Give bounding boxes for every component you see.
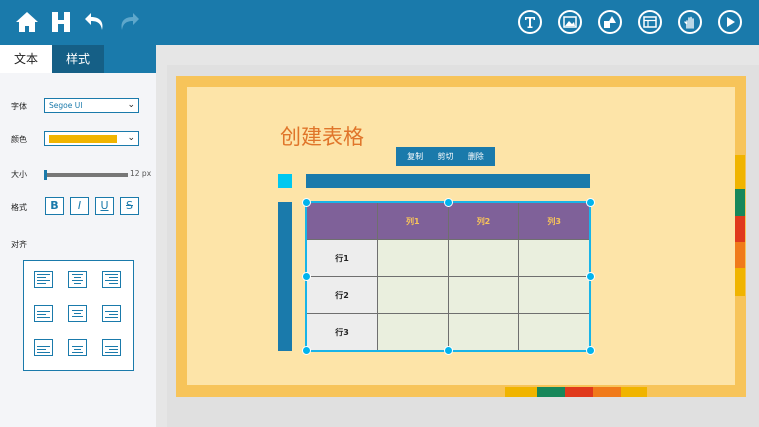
align-bottom-left-button[interactable] xyxy=(34,339,53,356)
tab-text[interactable]: 文本 xyxy=(0,45,52,73)
font-select[interactable]: Segoe UI ⌄ xyxy=(44,98,139,113)
color-swatch xyxy=(49,135,117,143)
shapes-icon[interactable] xyxy=(598,10,622,34)
delete-menu-item[interactable]: 删除 xyxy=(468,151,484,162)
table-cell[interactable] xyxy=(377,313,449,351)
size-label: 大小 xyxy=(11,170,27,179)
row-selector-bar[interactable] xyxy=(278,202,292,351)
side-accent-orange xyxy=(735,242,745,268)
save-icon[interactable] xyxy=(47,8,75,36)
strikethrough-button[interactable]: S xyxy=(120,197,139,215)
align-bottom-center-button[interactable] xyxy=(68,339,87,356)
align-top-center-button[interactable] xyxy=(68,271,87,288)
bottom-accent-orange xyxy=(593,387,621,397)
table-cell[interactable] xyxy=(447,276,520,314)
bottom-accent-yellow-2 xyxy=(621,387,647,397)
table-select-all-handle[interactable] xyxy=(278,174,292,188)
resize-handle-bottom-left[interactable] xyxy=(302,346,311,355)
chevron-down-icon: ⌄ xyxy=(127,133,135,143)
table-row: 行2 xyxy=(306,276,590,314)
side-accent-yellow xyxy=(735,155,745,189)
align-top-right-button[interactable] xyxy=(102,271,121,288)
resize-handle-top[interactable] xyxy=(444,198,453,207)
redo-icon[interactable] xyxy=(115,8,143,36)
align-label: 对齐 xyxy=(11,240,27,249)
table-cell[interactable] xyxy=(447,239,520,277)
table-cell[interactable] xyxy=(518,313,590,351)
table-cell[interactable] xyxy=(377,239,449,277)
undo-icon[interactable] xyxy=(81,8,109,36)
data-table: 列1 列2 列3 行1 行2 行3 xyxy=(306,202,590,351)
align-middle-right-button[interactable] xyxy=(102,305,121,322)
table-cell[interactable] xyxy=(447,313,520,351)
row-header-cell[interactable]: 行1 xyxy=(306,239,378,277)
chevron-down-icon: ⌄ xyxy=(127,100,135,110)
text-icon[interactable] xyxy=(518,10,542,34)
size-value: 12 px xyxy=(130,169,152,178)
table-header-cell[interactable]: 列2 xyxy=(447,202,520,240)
italic-button[interactable]: I xyxy=(70,197,89,215)
copy-menu-item[interactable]: 复制 xyxy=(407,151,423,162)
align-bottom-right-button[interactable] xyxy=(102,339,121,356)
size-slider-thumb[interactable] xyxy=(44,170,47,180)
play-icon[interactable] xyxy=(718,10,742,34)
resize-handle-left[interactable] xyxy=(302,272,311,281)
font-select-value: Segoe UI xyxy=(49,101,83,110)
font-label: 字体 xyxy=(11,102,27,111)
image-icon[interactable] xyxy=(558,10,582,34)
table-header-cell[interactable] xyxy=(306,202,378,240)
side-accent-green xyxy=(735,189,745,216)
bottom-accent-green xyxy=(537,387,565,397)
bold-button[interactable]: B xyxy=(45,197,64,215)
table-row: 行1 xyxy=(306,239,590,277)
color-label: 颜色 xyxy=(11,135,27,144)
table-header-cell[interactable]: 列3 xyxy=(518,202,590,240)
table-header-row: 列1 列2 列3 xyxy=(306,202,590,240)
resize-handle-bottom[interactable] xyxy=(444,346,453,355)
table-header-cell[interactable]: 列1 xyxy=(377,202,449,240)
top-toolbar xyxy=(0,0,759,45)
align-middle-center-button[interactable] xyxy=(68,305,87,322)
bottom-accent-red xyxy=(565,387,593,397)
panel-tabs: 文本 样式 xyxy=(0,45,156,73)
resize-handle-bottom-right[interactable] xyxy=(586,346,595,355)
format-label: 格式 xyxy=(11,203,27,212)
color-select[interactable]: ⌄ xyxy=(44,131,139,146)
row-header-cell[interactable]: 行3 xyxy=(306,313,378,351)
side-accent-red xyxy=(735,216,745,242)
resize-handle-top-right[interactable] xyxy=(586,198,595,207)
cut-menu-item[interactable]: 剪切 xyxy=(437,151,453,162)
resize-handle-top-left[interactable] xyxy=(302,198,311,207)
row-header-cell[interactable]: 行2 xyxy=(306,276,378,314)
size-slider-track[interactable] xyxy=(44,173,128,177)
table-icon[interactable] xyxy=(638,10,662,34)
side-accent-yellow-2 xyxy=(735,268,745,296)
home-icon[interactable] xyxy=(13,8,41,36)
align-top-left-button[interactable] xyxy=(34,271,53,288)
table-cell[interactable] xyxy=(518,239,590,277)
gesture-icon[interactable] xyxy=(678,10,702,34)
properties-panel: 字体 Segoe UI ⌄ 颜色 ⌄ 大小 12 px 格式 B I U S 对… xyxy=(0,73,156,427)
align-middle-left-button[interactable] xyxy=(34,305,53,322)
resize-handle-right[interactable] xyxy=(586,272,595,281)
table-row: 行3 xyxy=(306,313,590,351)
underline-button[interactable]: U xyxy=(95,197,114,215)
table-cell[interactable] xyxy=(518,276,590,314)
column-selector-bar[interactable] xyxy=(306,174,590,188)
table-cell[interactable] xyxy=(377,276,449,314)
alignment-grid xyxy=(23,260,134,371)
tab-style[interactable]: 样式 xyxy=(52,45,104,73)
bottom-accent-yellow xyxy=(505,387,537,397)
context-menu: 复制 剪切 删除 xyxy=(396,147,495,166)
slide-title[interactable]: 创建表格 xyxy=(280,121,364,151)
